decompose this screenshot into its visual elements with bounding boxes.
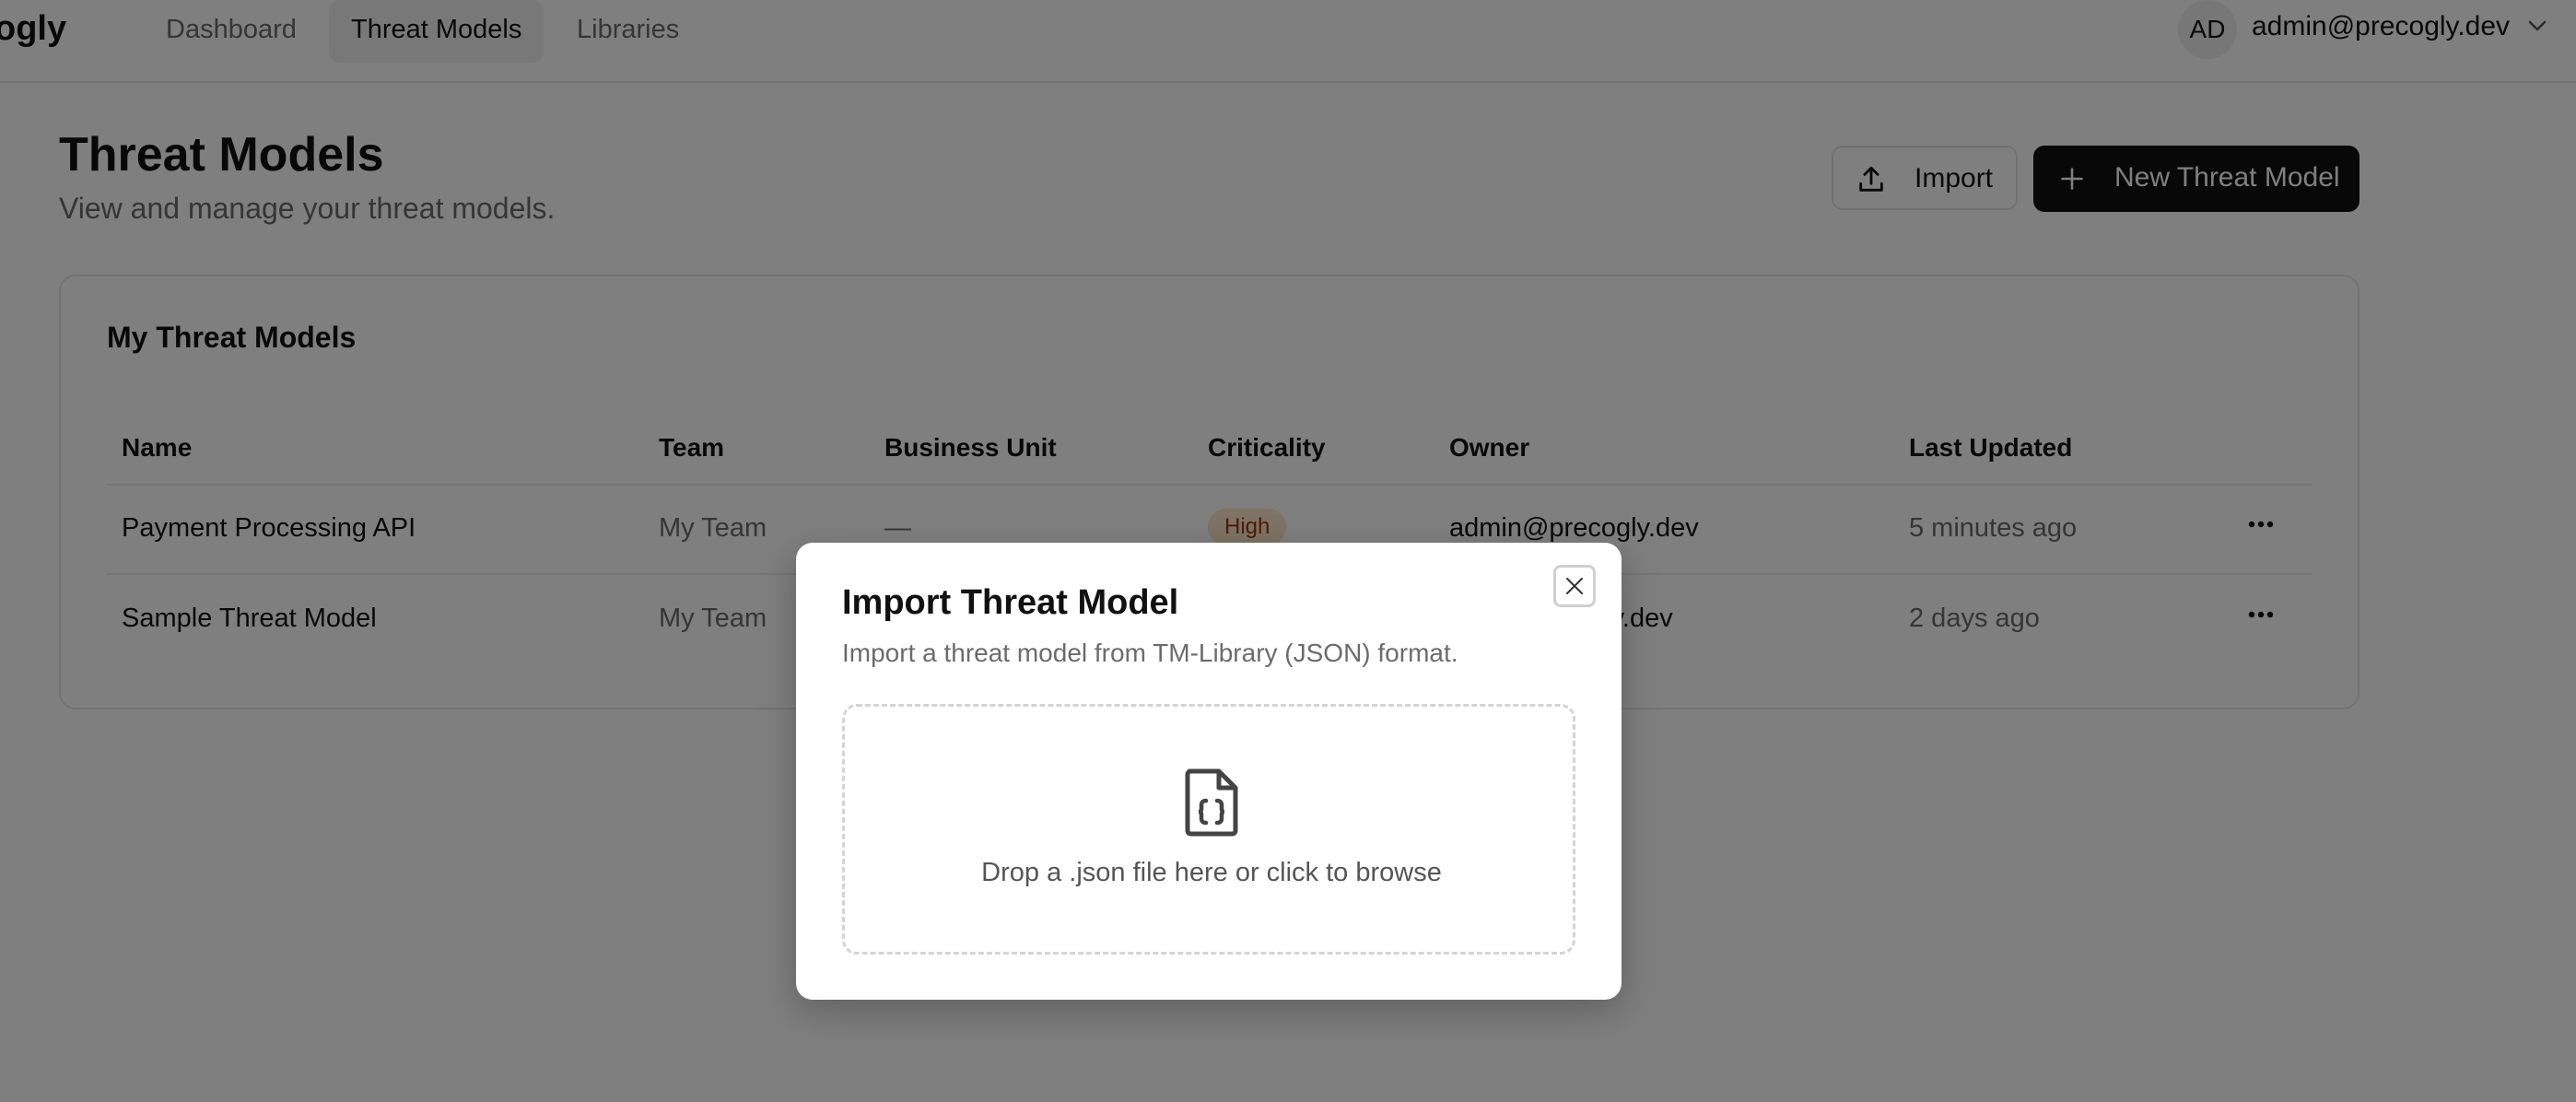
close-button[interactable]	[1553, 565, 1596, 607]
dropzone-text: Drop a .json file here or click to brows…	[981, 858, 1442, 887]
import-threat-model-dialog: Import Threat Model Import a threat mode…	[796, 543, 1622, 1000]
dialog-title: Import Threat Model	[842, 583, 1179, 622]
dialog-description: Import a threat model from TM-Library (J…	[842, 639, 1458, 667]
json-dropzone[interactable]: Drop a .json file here or click to brows…	[842, 704, 1575, 955]
json-file-icon	[1182, 768, 1241, 842]
